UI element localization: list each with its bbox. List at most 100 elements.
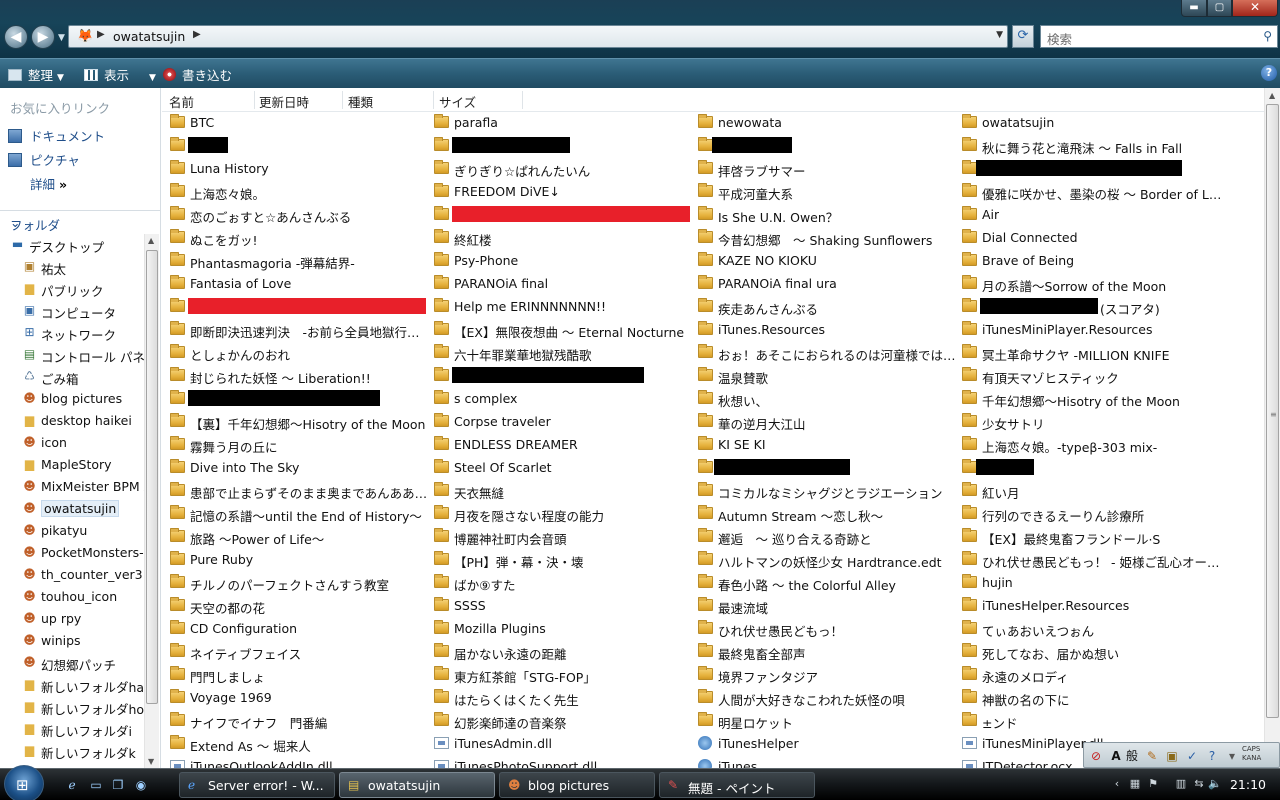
file-item[interactable]: 有頂天マゾヒスティック <box>962 365 1224 388</box>
file-item[interactable]: Brave of Being <box>962 250 1224 273</box>
file-item[interactable]: iTunesAdmin.dll <box>434 733 696 756</box>
folder-tree-scrollbar[interactable]: ▲ ▼ <box>144 234 159 768</box>
file-item[interactable]: 幻影楽師達の音楽祭 <box>434 710 696 733</box>
tree-item[interactable]: ☻ owatatsujin <box>0 498 144 520</box>
tree-item[interactable]: ▤ コントロール パネ <box>0 344 144 366</box>
file-item[interactable]: 封じられた妖怪 ～ Liberation!! <box>170 365 432 388</box>
file-item[interactable]: Air <box>962 204 1224 227</box>
file-item[interactable]: Autumn Stream ～恋し秋～ <box>698 503 960 526</box>
file-item[interactable]: 紅い月 <box>962 480 1224 503</box>
toolbox-icon[interactable]: ▣ <box>1164 748 1180 764</box>
tree-item[interactable]: ♺ ごみ箱 <box>0 366 144 388</box>
file-item[interactable]: ネイティブフェイス <box>170 641 432 664</box>
file-item[interactable]: iTunesHelper <box>698 733 960 756</box>
address-bar[interactable]: 🦊 ▶ owatatsujin ▶ ▼ <box>68 25 1008 48</box>
file-item[interactable] <box>170 135 432 158</box>
file-item[interactable]: 月の系譜～Sorrow of the Moon <box>962 273 1224 296</box>
taskbar-button[interactable]: ☻ blog pictures <box>499 772 655 798</box>
file-item[interactable] <box>170 296 432 319</box>
file-item[interactable]: Pure Ruby <box>170 549 432 572</box>
ime-options-icon[interactable]: ✓ <box>1184 748 1200 764</box>
file-item[interactable]: (スコアタ) <box>962 296 1224 319</box>
input-mode-indicator[interactable]: A <box>1108 748 1124 764</box>
maximize-button[interactable]: ▢ <box>1207 0 1232 17</box>
search-icon[interactable]: ⚲ <box>1263 29 1272 43</box>
tree-item[interactable]: ▬ デスクトップ <box>0 234 144 256</box>
file-item[interactable] <box>698 457 960 480</box>
file-item[interactable]: Luna History <box>170 158 432 181</box>
file-item[interactable]: 旅路 ～Power of Life～ <box>170 526 432 549</box>
file-item[interactable] <box>962 457 1224 480</box>
ime-icon[interactable]: ⊘ <box>1088 748 1104 764</box>
file-item[interactable]: 患部で止まらずそのまま奥まであんああ… <box>170 480 432 503</box>
file-item[interactable]: 冥土革命サクヤ -MILLION KNIFE <box>962 342 1224 365</box>
tree-item[interactable]: ▆ 新しいフォルダho <box>0 696 144 718</box>
tree-item[interactable]: ☻ th_counter_ver3 <box>0 564 144 586</box>
tree-item[interactable]: ☻ 幻想郷パッチ <box>0 652 144 674</box>
file-item[interactable]: 秋に舞う花と滝飛沫 ～ Falls in Fall <box>962 135 1224 158</box>
tree-item[interactable]: ▆ 新しいフォルダha <box>0 674 144 696</box>
tree-item[interactable]: ▆ パブリック <box>0 278 144 300</box>
file-item[interactable]: 行列のできるえーりん診療所 <box>962 503 1224 526</box>
chevron-down-icon[interactable]: ▼ <box>149 73 156 83</box>
tree-item[interactable]: ▆ 新しいフォルダk <box>0 740 144 762</box>
file-item[interactable]: 届かない永遠の距離 <box>434 641 696 664</box>
file-item[interactable]: 門門しましょ <box>170 664 432 687</box>
file-item[interactable]: iTunes.Resources <box>698 319 960 342</box>
file-item[interactable]: 【裏】千年幻想郷～Hisotry of the Moon <box>170 411 432 434</box>
clock[interactable]: 21:10 <box>1230 777 1266 792</box>
tree-item[interactable]: ▣ 祐太 <box>0 256 144 278</box>
scroll-up-icon[interactable]: ▲ <box>1269 91 1275 100</box>
file-item[interactable]: BTC <box>170 112 432 135</box>
volume-tray-icon[interactable]: 🔈 <box>1208 777 1222 791</box>
switch-windows-icon[interactable]: ❐ <box>110 777 126 793</box>
file-item[interactable]: 最速流域 <box>698 595 960 618</box>
file-item[interactable]: 記憶の系譜～until the End of History～ <box>170 503 432 526</box>
file-item[interactable]: 死してなお、届かぬ想い <box>962 641 1224 664</box>
search-input[interactable]: 検索 ⚲ <box>1040 25 1278 48</box>
tree-item[interactable]: ▆ 新しいフォルダi <box>0 718 144 740</box>
file-item[interactable]: ぬこをガッ! <box>170 227 432 250</box>
favorite-pictures[interactable]: ピクチャ <box>8 150 80 169</box>
network-tray-icon[interactable]: ▦ <box>1128 777 1142 791</box>
file-item[interactable]: Corpse traveler <box>434 411 696 434</box>
tree-item[interactable]: ☻ PocketMonsters-F <box>0 542 144 564</box>
file-item[interactable]: 境界ファンタジア <box>698 664 960 687</box>
file-item[interactable]: s complex <box>434 388 696 411</box>
scroll-thumb[interactable] <box>146 250 158 704</box>
file-item[interactable]: Help me ERINNNNNNN!! <box>434 296 696 319</box>
scroll-up-icon[interactable]: ▲ <box>148 236 154 245</box>
scroll-down-icon[interactable]: ▼ <box>148 757 154 766</box>
column-size[interactable]: サイズ <box>439 92 476 111</box>
taskbar-button[interactable]: ▤ owatatsujin <box>339 772 495 798</box>
column-divider[interactable] <box>433 91 434 109</box>
file-item[interactable]: iTunesHelper.Resources <box>962 595 1224 618</box>
tree-item[interactable]: ▆ desktop haikei <box>0 410 144 432</box>
file-item[interactable]: てぃあおいえつぉん <box>962 618 1224 641</box>
favorite-documents[interactable]: ドキュメント <box>8 126 105 145</box>
file-item[interactable]: 六十年罪業華地獄残酷歌 <box>434 342 696 365</box>
file-item[interactable]: ひれ伏せ愚民どもっ！ <box>698 618 960 641</box>
connection-tray-icon[interactable]: ⇆ <box>1192 777 1206 791</box>
file-item[interactable]: iTunesMiniPlayer.Resources <box>962 319 1224 342</box>
file-item[interactable]: Phantasmagoria -弾幕結界- <box>170 250 432 273</box>
tree-item[interactable]: ☻ blog pictures <box>0 388 144 410</box>
tree-item[interactable]: ▣ コンピュータ <box>0 300 144 322</box>
file-item[interactable]: ENDLESS DREAMER <box>434 434 696 457</box>
file-item[interactable]: ±ンド <box>962 710 1224 733</box>
file-item[interactable]: 博麗神社町内会音頭 <box>434 526 696 549</box>
close-button[interactable]: ✕ <box>1232 0 1278 17</box>
file-item[interactable]: Mozilla Plugins <box>434 618 696 641</box>
file-item[interactable]: ばか⑨すた <box>434 572 696 595</box>
file-item[interactable]: Psy-Phone <box>434 250 696 273</box>
file-item[interactable]: 平成河童大系 <box>698 181 960 204</box>
file-item[interactable]: はたらくはくたく先生 <box>434 687 696 710</box>
file-item[interactable] <box>434 135 696 158</box>
breadcrumb-arrow-icon[interactable]: ▶ <box>97 29 105 40</box>
file-item[interactable]: KAZE NO KIOKU <box>698 250 960 273</box>
address-dropdown-icon[interactable]: ▼ <box>996 30 1003 40</box>
file-item[interactable]: Extend As ～ 堀来人 <box>170 733 432 756</box>
file-item[interactable]: 今昔幻想郷 ～ Shaking Sunflowers <box>698 227 960 250</box>
tree-item[interactable]: ☻ pikatyu <box>0 520 144 542</box>
file-item[interactable]: 月夜を隠さない程度の能力 <box>434 503 696 526</box>
